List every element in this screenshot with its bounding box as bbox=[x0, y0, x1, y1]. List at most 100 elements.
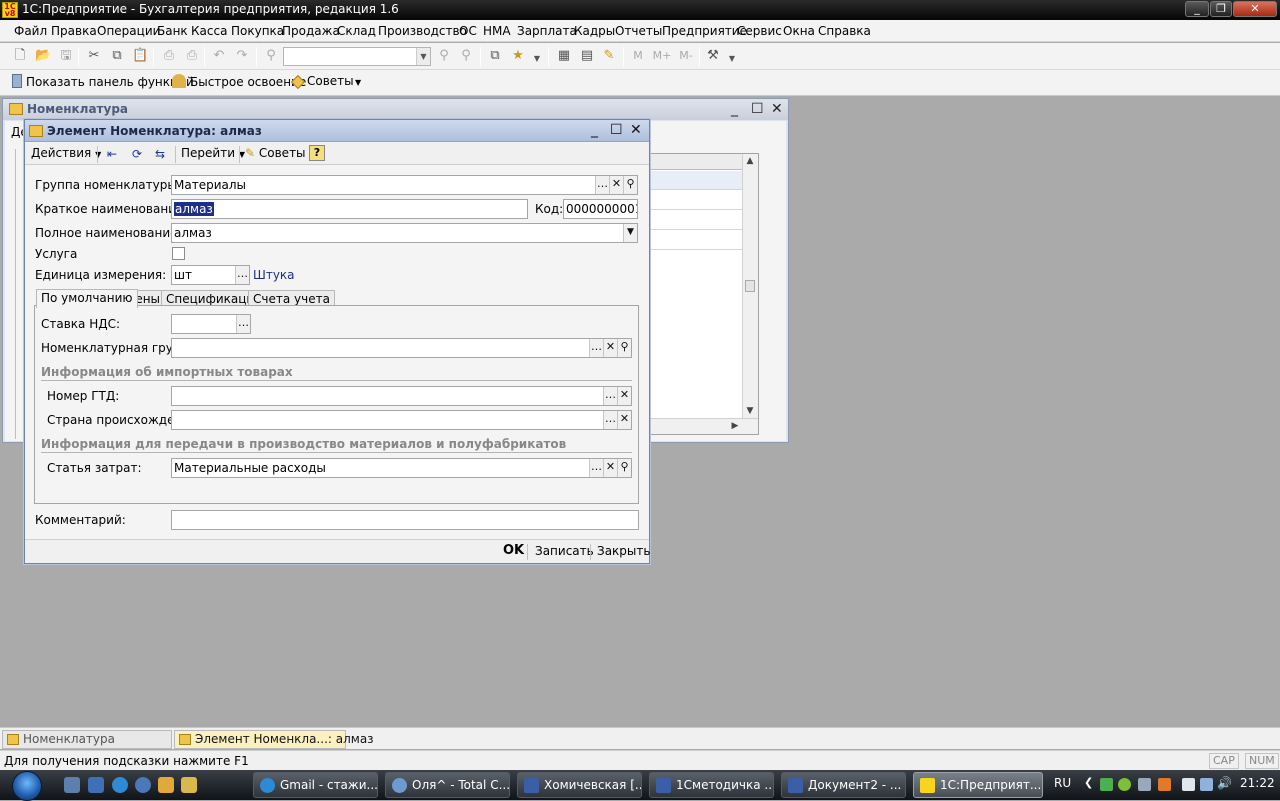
switch-windows-icon[interactable] bbox=[88, 777, 104, 793]
menu-production[interactable]: Производство bbox=[378, 24, 467, 38]
chevron-down-icon[interactable]: ▼ bbox=[355, 78, 361, 87]
network-icon[interactable] bbox=[1200, 778, 1213, 791]
maximize-button[interactable]: ☐ bbox=[610, 122, 623, 138]
undo-icon[interactable]: ↶ bbox=[211, 48, 227, 64]
select-ellipsis-button[interactable]: … bbox=[603, 411, 617, 429]
tools-icon[interactable]: ⚒ bbox=[705, 48, 721, 64]
clear-x-icon[interactable]: ✕ bbox=[617, 387, 631, 405]
redo-icon[interactable]: ↷ bbox=[234, 48, 250, 64]
show-desktop-icon[interactable] bbox=[64, 777, 80, 793]
minimize-button[interactable]: _ bbox=[731, 101, 738, 117]
show-panel-button[interactable]: Показать панель функций bbox=[12, 74, 194, 89]
vertical-scrollbar[interactable]: ▲ ▼ bbox=[742, 154, 758, 418]
volume-icon[interactable]: 🔊 bbox=[1217, 776, 1232, 790]
tray-app-icon[interactable] bbox=[1100, 778, 1113, 791]
paste-icon[interactable]: 📋 bbox=[132, 48, 148, 64]
print-icon[interactable]: ⎙ bbox=[161, 48, 177, 64]
nomenclature-group-field[interactable]: … ✕ ⚲ bbox=[171, 338, 632, 358]
select-ellipsis-button[interactable]: … bbox=[589, 459, 603, 477]
chevron-down-icon[interactable]: ▼ bbox=[529, 51, 545, 67]
task-total-commander[interactable]: Оля^ - Total C... bbox=[385, 772, 510, 798]
start-button[interactable] bbox=[6, 771, 50, 801]
clear-x-icon[interactable]: ✕ bbox=[603, 339, 617, 357]
menu-hr[interactable]: Кадры bbox=[574, 24, 615, 38]
favorites-icon[interactable]: ★ bbox=[510, 48, 526, 64]
help-button[interactable]: ? bbox=[309, 145, 325, 161]
menu-warehouse[interactable]: Склад bbox=[337, 24, 376, 38]
close-button[interactable]: ✕ bbox=[630, 122, 642, 138]
actions-menu-button[interactable]: Действия ▼ bbox=[31, 146, 101, 160]
select-ellipsis-button[interactable]: … bbox=[236, 315, 250, 333]
service-checkbox[interactable] bbox=[172, 247, 185, 260]
outlook-icon[interactable] bbox=[158, 777, 174, 793]
refresh-icon[interactable]: ⟳ bbox=[129, 146, 145, 162]
menu-sales[interactable]: Продажа bbox=[282, 24, 340, 38]
clear-x-icon[interactable]: ✕ bbox=[609, 176, 623, 194]
short-name-input[interactable]: алмаз bbox=[171, 199, 528, 219]
calendar-icon[interactable]: ▤ bbox=[579, 48, 595, 64]
tray-monitor-icon[interactable] bbox=[1138, 778, 1151, 791]
memory-plus-icon[interactable]: M+ bbox=[652, 48, 672, 64]
menu-service[interactable]: Сервис bbox=[737, 24, 782, 38]
find-prev-icon[interactable]: ⚲ bbox=[458, 48, 474, 64]
gtd-field[interactable]: … ✕ bbox=[171, 386, 632, 406]
minimize-app-button[interactable]: _ bbox=[1185, 1, 1209, 17]
tips-button[interactable]: Советы bbox=[290, 74, 354, 90]
clear-x-icon[interactable]: ✕ bbox=[617, 411, 631, 429]
select-ellipsis-button[interactable]: … bbox=[595, 176, 609, 194]
save-button[interactable]: Записать bbox=[535, 544, 594, 558]
calculator-icon[interactable]: ▦ bbox=[556, 48, 572, 64]
find-next-icon[interactable]: ⚲ bbox=[436, 48, 452, 64]
new-document-icon[interactable]: 🗋 bbox=[12, 48, 28, 64]
close-app-button[interactable]: ✕ bbox=[1233, 1, 1277, 17]
restore-app-button[interactable]: ❐ bbox=[1210, 1, 1232, 17]
print-preview-icon[interactable]: ⎙ bbox=[184, 48, 200, 64]
window-tab-nomenclature[interactable]: Номенклатура bbox=[2, 730, 172, 749]
select-ellipsis-button[interactable]: … bbox=[235, 266, 249, 284]
search-combo[interactable]: ▼ bbox=[283, 47, 431, 66]
task-word-1[interactable]: Хомичевская [... bbox=[517, 772, 642, 798]
open-folder-icon[interactable]: 📂 bbox=[35, 48, 51, 64]
menu-file[interactable]: Файл bbox=[14, 24, 47, 38]
task-gmail[interactable]: Gmail - стажи... bbox=[253, 772, 378, 798]
memory-icon[interactable]: M bbox=[630, 48, 646, 64]
chevron-down-icon[interactable]: ▼ bbox=[623, 224, 637, 242]
unit-field[interactable]: шт … bbox=[171, 265, 250, 285]
group-field[interactable]: Материалы … ✕ ⚲ bbox=[171, 175, 638, 195]
language-indicator[interactable]: RU bbox=[1054, 776, 1071, 790]
menu-intangible-assets[interactable]: НМА bbox=[483, 24, 511, 38]
task-word-3[interactable]: Документ2 - ... bbox=[781, 772, 906, 798]
tray-app-icon[interactable] bbox=[1118, 778, 1131, 791]
select-ellipsis-button[interactable]: … bbox=[589, 339, 603, 357]
cut-icon[interactable]: ✂ bbox=[86, 48, 102, 64]
scroll-up-icon[interactable]: ▲ bbox=[743, 154, 757, 168]
full-name-input[interactable]: алмаз ▼ bbox=[171, 223, 638, 243]
menu-operations[interactable]: Операции bbox=[97, 24, 160, 38]
memory-minus-icon[interactable]: M- bbox=[676, 48, 696, 64]
close-dialog-button[interactable]: Закрыть bbox=[597, 544, 650, 558]
window-tab-element[interactable]: Элемент Номенкла...: алмаз bbox=[174, 730, 374, 749]
tab-default[interactable]: По умолчанию bbox=[36, 289, 138, 308]
code-input[interactable]: 00000000016 bbox=[563, 199, 638, 219]
menu-fixed-assets[interactable]: ОС bbox=[459, 24, 477, 38]
dialog-tips-button[interactable]: ✎ Советы bbox=[245, 146, 306, 160]
chevron-down-icon[interactable]: ▼ bbox=[724, 51, 740, 67]
menu-enterprise[interactable]: Предприятие bbox=[662, 24, 747, 38]
country-field[interactable]: … ✕ bbox=[171, 410, 632, 430]
menu-edit[interactable]: Правка bbox=[51, 24, 97, 38]
menu-reports[interactable]: Отчеты bbox=[615, 24, 662, 38]
media-player-icon[interactable] bbox=[135, 777, 151, 793]
tray-device-icon[interactable] bbox=[1182, 778, 1195, 791]
clock[interactable]: 21:22 bbox=[1240, 776, 1275, 790]
windows-icon[interactable]: ⧉ bbox=[487, 48, 503, 64]
copy-icon[interactable]: ⧉ bbox=[109, 48, 125, 64]
ok-button[interactable]: OK bbox=[503, 543, 524, 558]
structure-icon[interactable]: ⇆ bbox=[152, 146, 168, 162]
tray-expand-icon[interactable]: ❮ bbox=[1084, 776, 1093, 789]
find-icon[interactable]: ⚲ bbox=[263, 48, 279, 64]
menu-windows[interactable]: Окна bbox=[783, 24, 815, 38]
task-word-2[interactable]: 1Сметодичка ... bbox=[649, 772, 774, 798]
back-arrow-icon[interactable]: ⇤ bbox=[104, 146, 120, 162]
scroll-right-icon[interactable]: ▶ bbox=[728, 419, 742, 433]
internet-explorer-icon[interactable] bbox=[112, 777, 128, 793]
